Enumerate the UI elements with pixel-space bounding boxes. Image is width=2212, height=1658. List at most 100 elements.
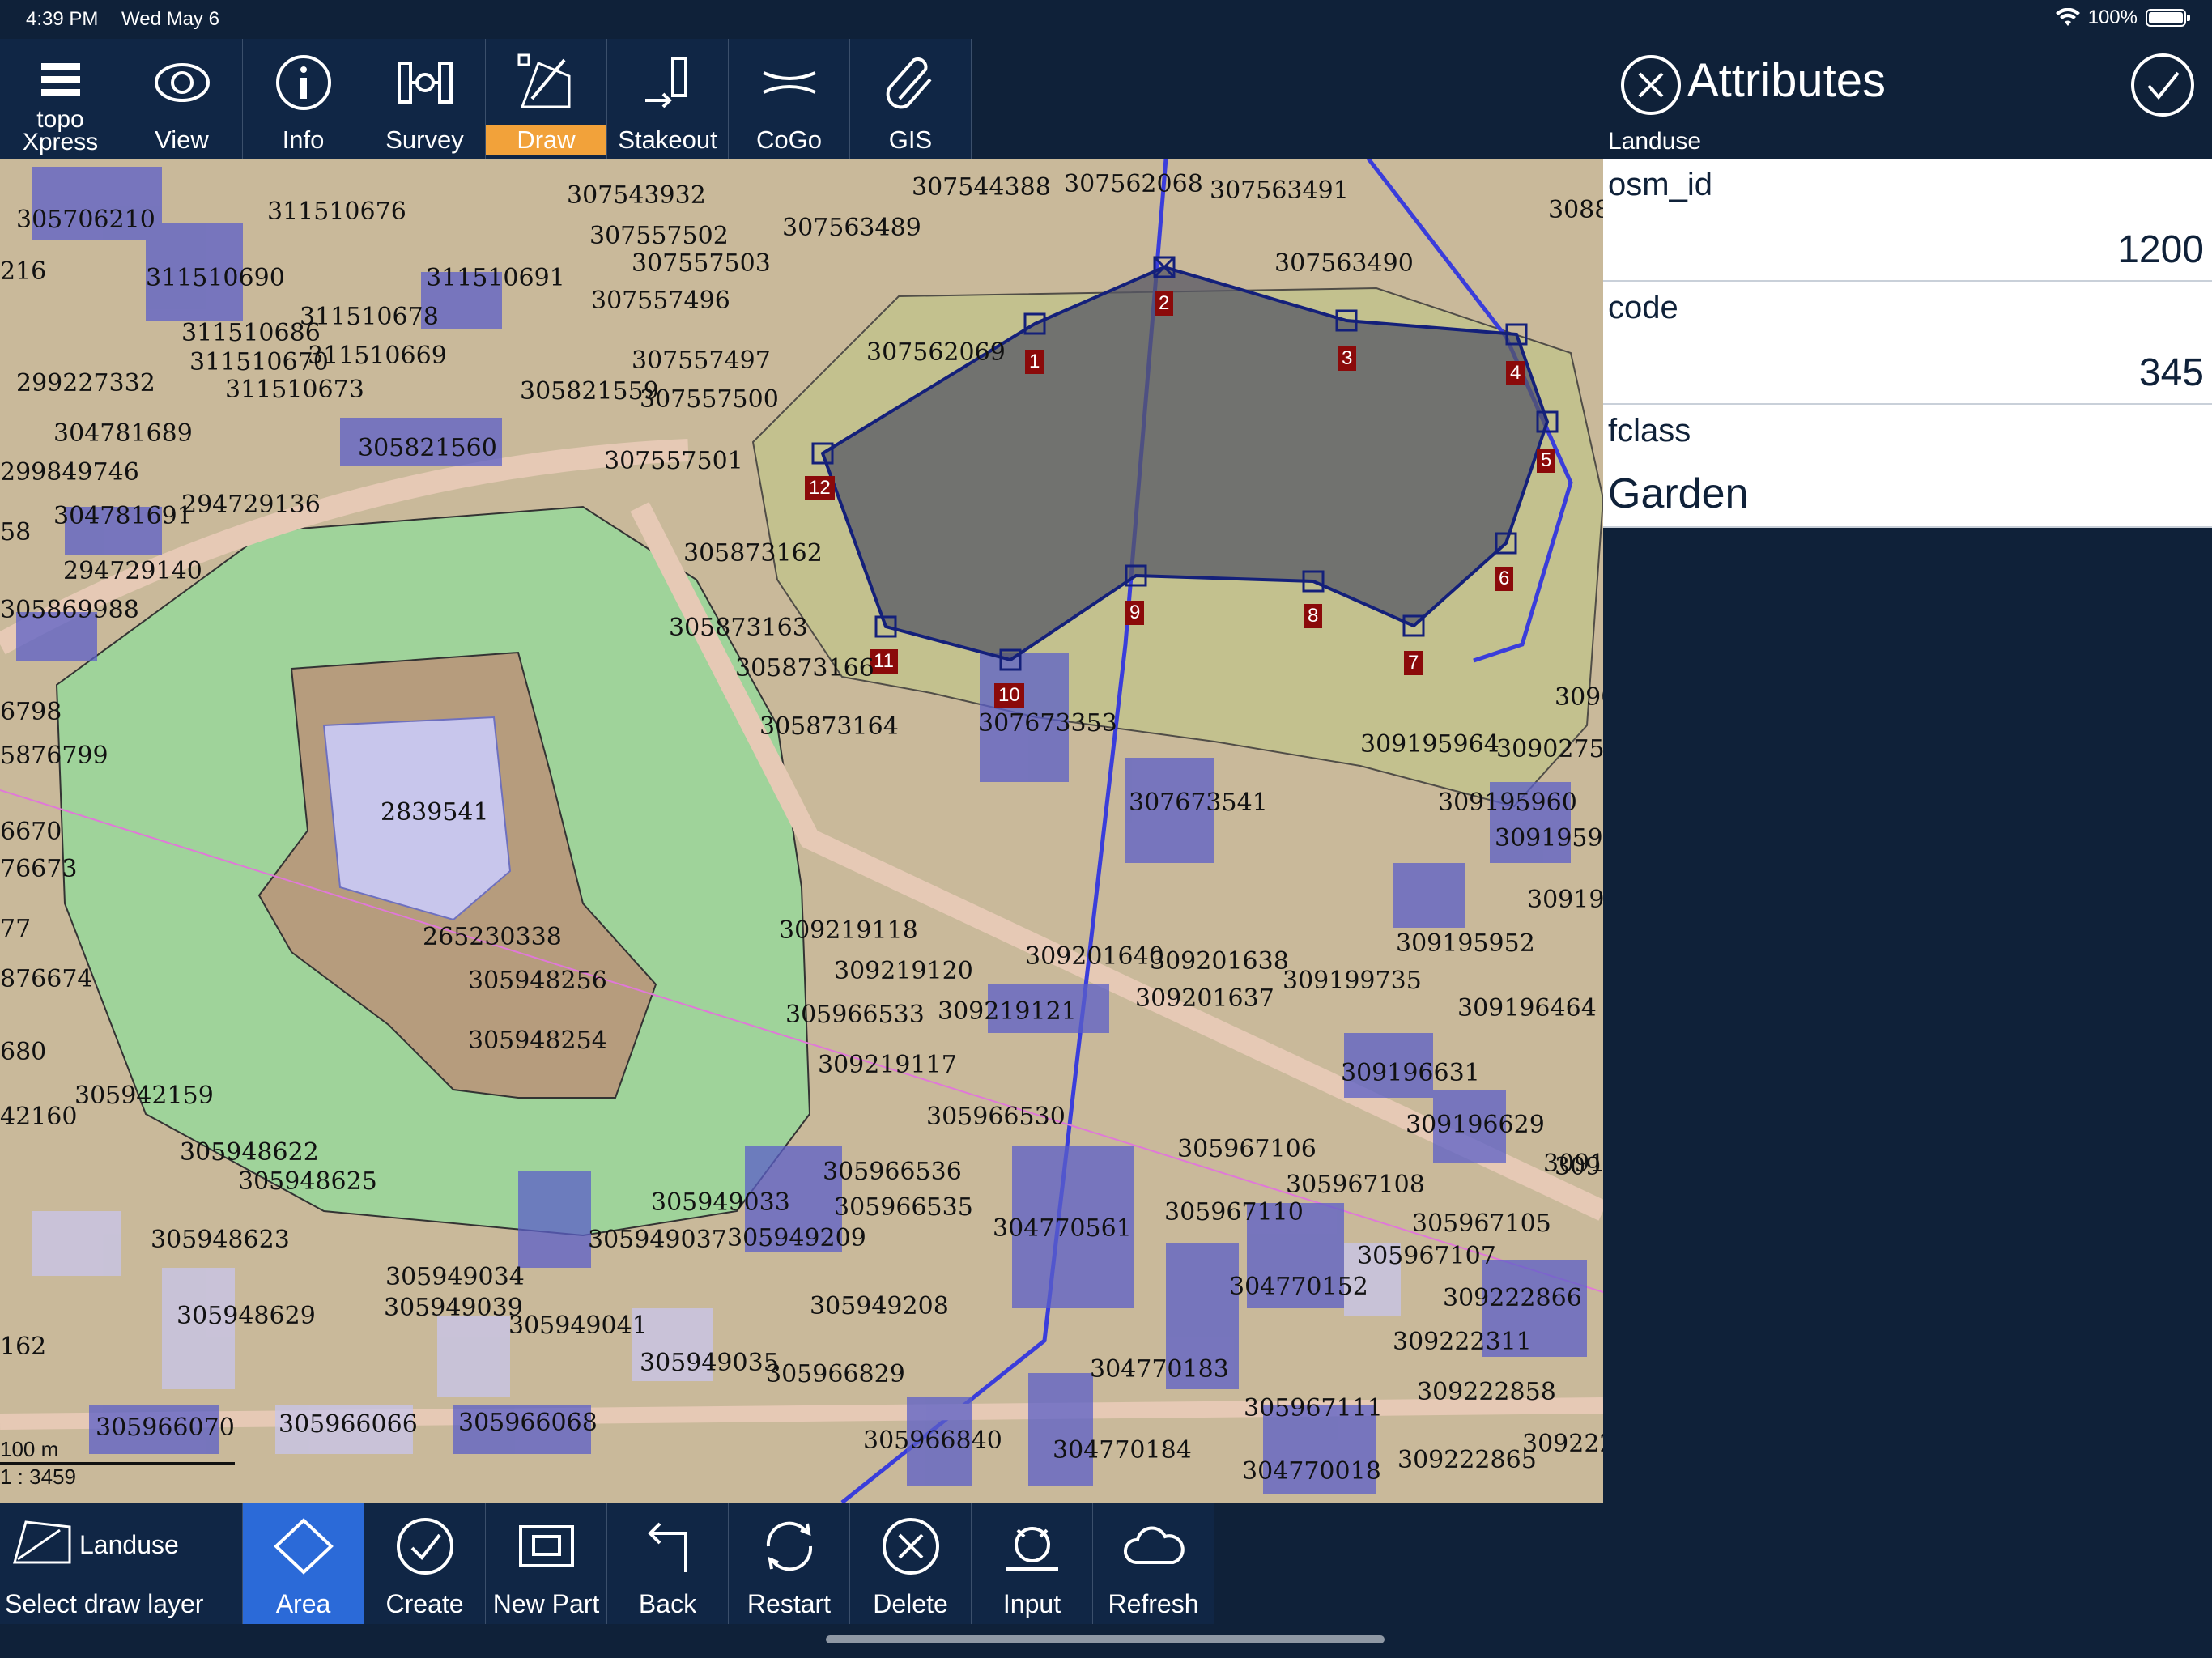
back-arrow-icon: [648, 1522, 687, 1572]
map-label: 307673353: [978, 709, 1117, 738]
map-label: 307563491: [1210, 176, 1349, 205]
field-label: fclass: [1608, 413, 1691, 449]
input-button[interactable]: Input: [972, 1503, 1093, 1624]
tab-draw-label: Draw: [486, 125, 606, 155]
vertex-handle-12[interactable]: [811, 442, 834, 465]
area-button[interactable]: Area: [243, 1503, 364, 1624]
map-label: 305949041: [508, 1312, 648, 1340]
tab-stakeout[interactable]: Stakeout: [607, 39, 729, 159]
map-label: 309222: [1522, 1430, 1603, 1458]
bottom-toolbar: Landuse Select draw layer Area Create Ne…: [0, 1503, 1214, 1624]
map-label: 307557500: [640, 385, 779, 414]
tab-gis-label: GIS: [888, 125, 933, 154]
map-label: 305948256: [468, 967, 607, 995]
back-label: Back: [638, 1589, 697, 1618]
vertex-handle-10[interactable]: [999, 648, 1022, 671]
field-value[interactable]: 1200: [2117, 227, 2204, 272]
map-label: 309222858: [1417, 1378, 1556, 1406]
area-label: Area: [275, 1589, 331, 1618]
tab-cogo[interactable]: CoGo: [729, 39, 850, 159]
restart-button[interactable]: Restart: [729, 1503, 850, 1624]
eye-icon: [155, 63, 210, 102]
vertex-handle-11[interactable]: [874, 615, 897, 638]
vertex-handle-7[interactable]: [1402, 614, 1425, 637]
tab-info[interactable]: Info: [243, 39, 364, 159]
map-label: 305949208: [810, 1292, 949, 1320]
vertex-handle-8[interactable]: [1302, 570, 1325, 593]
map-label: 305966066: [279, 1410, 418, 1439]
map-label: 309201638: [1150, 947, 1289, 976]
vertex-handle-1[interactable]: [1023, 312, 1046, 335]
layer-shape-icon: [13, 1520, 71, 1564]
tab-draw[interactable]: Draw: [486, 39, 607, 159]
field-fclass[interactable]: fclass Garden: [1603, 405, 2212, 528]
tab-survey[interactable]: Survey: [364, 39, 486, 159]
map-label: 311510691: [426, 264, 565, 292]
back-button[interactable]: Back: [607, 1503, 729, 1624]
home-indicator[interactable]: [826, 1635, 1385, 1643]
map-view[interactable]: 1 2 3 4 5 6 7 8 9 10 11 12 305706210 311…: [0, 159, 1603, 1503]
delete-button[interactable]: Delete: [850, 1503, 972, 1624]
vertex-label: 6: [1495, 567, 1514, 591]
map-label: 309222311: [1393, 1328, 1532, 1356]
cogo-icon: [763, 71, 816, 94]
tab-cogo-label: CoGo: [756, 125, 822, 154]
map-label: 6798: [0, 698, 62, 726]
map-label: 305949037: [588, 1226, 727, 1254]
map-label: 307562068: [1064, 170, 1203, 198]
map-label: 304770184: [1053, 1436, 1192, 1465]
map-label: 305949039: [384, 1294, 523, 1322]
restart-label: Restart: [747, 1589, 832, 1618]
draw-icon: [517, 53, 571, 108]
create-button[interactable]: Create: [364, 1503, 486, 1624]
select-draw-layer-button[interactable]: Landuse Select draw layer: [0, 1503, 243, 1624]
vertex-handle-9[interactable]: [1125, 564, 1147, 587]
map-label: 304770152: [1229, 1273, 1368, 1301]
refresh-button[interactable]: Refresh: [1093, 1503, 1214, 1624]
checkmark-icon[interactable]: [2129, 52, 2196, 118]
map-label: 307557501: [604, 447, 743, 475]
field-code[interactable]: code 345: [1603, 282, 2212, 405]
map-label: 162: [0, 1333, 47, 1361]
scale-bar: 100 m 1 : 3459: [0, 1437, 235, 1490]
draw-layer-name: Landuse: [79, 1530, 179, 1559]
vertex-handle-4[interactable]: [1505, 323, 1528, 346]
map-label: 305949209: [727, 1224, 866, 1252]
new-part-label: New Part: [492, 1589, 600, 1618]
map-label: 305873164: [759, 712, 899, 741]
tab-gis[interactable]: GIS: [850, 39, 972, 159]
new-part-button[interactable]: New Part: [486, 1503, 607, 1624]
map-label: 309196464: [1457, 994, 1597, 1022]
map-label: 305949035: [640, 1349, 779, 1377]
map-label: 309219120: [834, 957, 973, 985]
menu-button[interactable]: topo Xpress: [0, 39, 121, 159]
field-label: code: [1608, 290, 1678, 325]
map-label: 305966068: [458, 1409, 598, 1437]
field-value[interactable]: Garden: [1608, 470, 1748, 518]
map-label: 311510690: [146, 264, 285, 292]
vertex-handle-6[interactable]: [1495, 532, 1517, 555]
vertex-label: 9: [1125, 601, 1145, 625]
status-time: 4:39 PM: [26, 8, 99, 30]
stakeout-icon: [645, 57, 687, 108]
map-label: 304770018: [1242, 1457, 1381, 1486]
hamburger-icon: [41, 63, 80, 96]
map-label: 2839541: [381, 798, 489, 827]
map-label: 305942159: [74, 1082, 214, 1110]
tab-view[interactable]: View: [121, 39, 243, 159]
menu-label: topo Xpress: [22, 106, 99, 155]
map-label: 305821560: [358, 434, 497, 462]
map-label: 305966840: [863, 1426, 1002, 1455]
map-label: 309195950: [1495, 824, 1603, 852]
battery-percent: 100%: [2087, 6, 2138, 28]
map-label: 3088: [1548, 196, 1603, 224]
map-label: 299227332: [16, 369, 155, 397]
map-label: 309201637: [1135, 984, 1274, 1013]
close-icon[interactable]: [1619, 53, 1682, 117]
vertex-handle-5[interactable]: [1536, 410, 1559, 433]
field-osm-id[interactable]: osm_id 1200: [1603, 159, 2212, 282]
vertex-handle-3[interactable]: [1335, 309, 1358, 332]
map-label: 309196629: [1406, 1111, 1545, 1139]
map-label: 305948622: [180, 1138, 319, 1167]
field-value[interactable]: 345: [2139, 351, 2204, 395]
